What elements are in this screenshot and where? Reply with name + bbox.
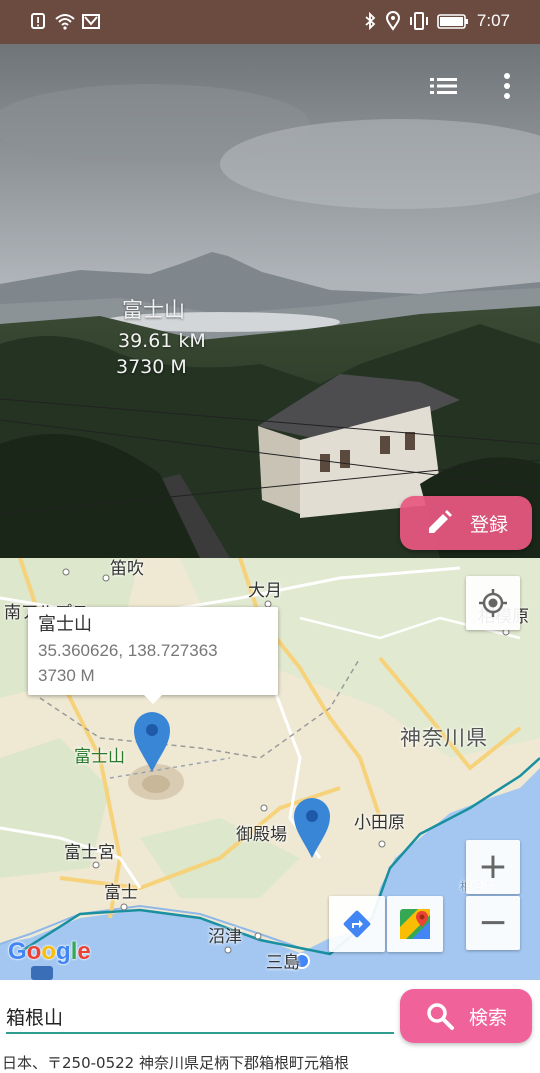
- map-label-kanagawa: 神奈川県: [400, 726, 488, 750]
- status-bar: 7:07: [0, 0, 540, 44]
- directions-button[interactable]: [329, 896, 385, 952]
- map-label-gotemba: 御殿場: [236, 825, 287, 845]
- ar-mountain-name[interactable]: 富士山: [122, 294, 185, 324]
- open-in-maps-button[interactable]: [387, 896, 443, 952]
- camera-view[interactable]: 富士山 39.61 kM 3730 M 登録: [0, 44, 540, 558]
- camera-scene-image: [0, 44, 540, 558]
- map-label-fuefuki: 笛吹: [110, 559, 144, 579]
- status-left-icons: [30, 11, 100, 31]
- pencil-icon: [428, 510, 452, 533]
- info-window-altitude: 3730 M: [38, 666, 95, 685]
- ar-mountain-altitude: 3730 M: [116, 356, 187, 378]
- map-label-fujisan: 富士山: [74, 747, 125, 767]
- zoom-in-label: +: [477, 846, 509, 887]
- search-input[interactable]: [6, 1000, 394, 1034]
- zoom-in-button[interactable]: +: [466, 840, 520, 894]
- zoom-out-button[interactable]: −: [466, 896, 520, 950]
- battery-icon: [437, 14, 468, 29]
- info-window-title: 富士山: [38, 614, 92, 635]
- status-time: 7:07: [476, 11, 510, 30]
- search-bar: 検索: [0, 980, 540, 1050]
- map-label-otsuki: 大月: [248, 581, 282, 601]
- vibrate-icon: [409, 12, 428, 30]
- crosshair-icon: [479, 589, 507, 617]
- map-view[interactable]: 笛吹 南アルプス 大月 相模原 神奈川県 富士山 御殿場 小田原 富士宮 富士 …: [0, 558, 540, 980]
- status-right-icons: 7:07: [363, 11, 510, 31]
- search-button-label: 検索: [468, 1006, 507, 1029]
- search-icon: [427, 1003, 454, 1030]
- location-icon: [385, 11, 400, 31]
- mail-icon: [82, 14, 100, 29]
- map-label-mishima: 三島: [266, 953, 300, 973]
- bluetooth-icon: [365, 11, 376, 31]
- register-button[interactable]: 登録: [400, 496, 532, 550]
- marker-info-window[interactable]: 富士山 35.360626, 138.727363 3730 M: [28, 607, 278, 704]
- wifi-icon: [55, 14, 75, 30]
- info-window-coordinates: 35.360626, 138.727363: [38, 641, 218, 660]
- google-maps-icon: [400, 909, 430, 939]
- list-icon[interactable]: [428, 74, 460, 98]
- fujisan-marker-icon[interactable]: [132, 710, 172, 774]
- address-text: 日本、〒250-0522 神奈川県足柄下郡箱根町元箱根: [2, 1054, 349, 1072]
- map-label-fujinomiya: 富士宮: [64, 843, 115, 863]
- register-button-label: 登録: [469, 513, 508, 536]
- alert-icon: [31, 13, 45, 29]
- map-label-fuji: 富士: [104, 883, 138, 903]
- zoom-out-label: −: [477, 902, 509, 943]
- overflow-menu-icon[interactable]: [496, 70, 518, 102]
- map-label-numazu: 沼津: [208, 927, 242, 947]
- directions-icon: [343, 910, 371, 938]
- google-logo: Google: [8, 938, 91, 965]
- map-label-odawara: 小田原: [354, 813, 405, 833]
- current-target-marker-icon[interactable]: [292, 796, 332, 860]
- my-location-button[interactable]: [466, 576, 520, 630]
- search-button[interactable]: 検索: [400, 989, 532, 1043]
- ar-mountain-distance: 39.61 kM: [118, 330, 206, 352]
